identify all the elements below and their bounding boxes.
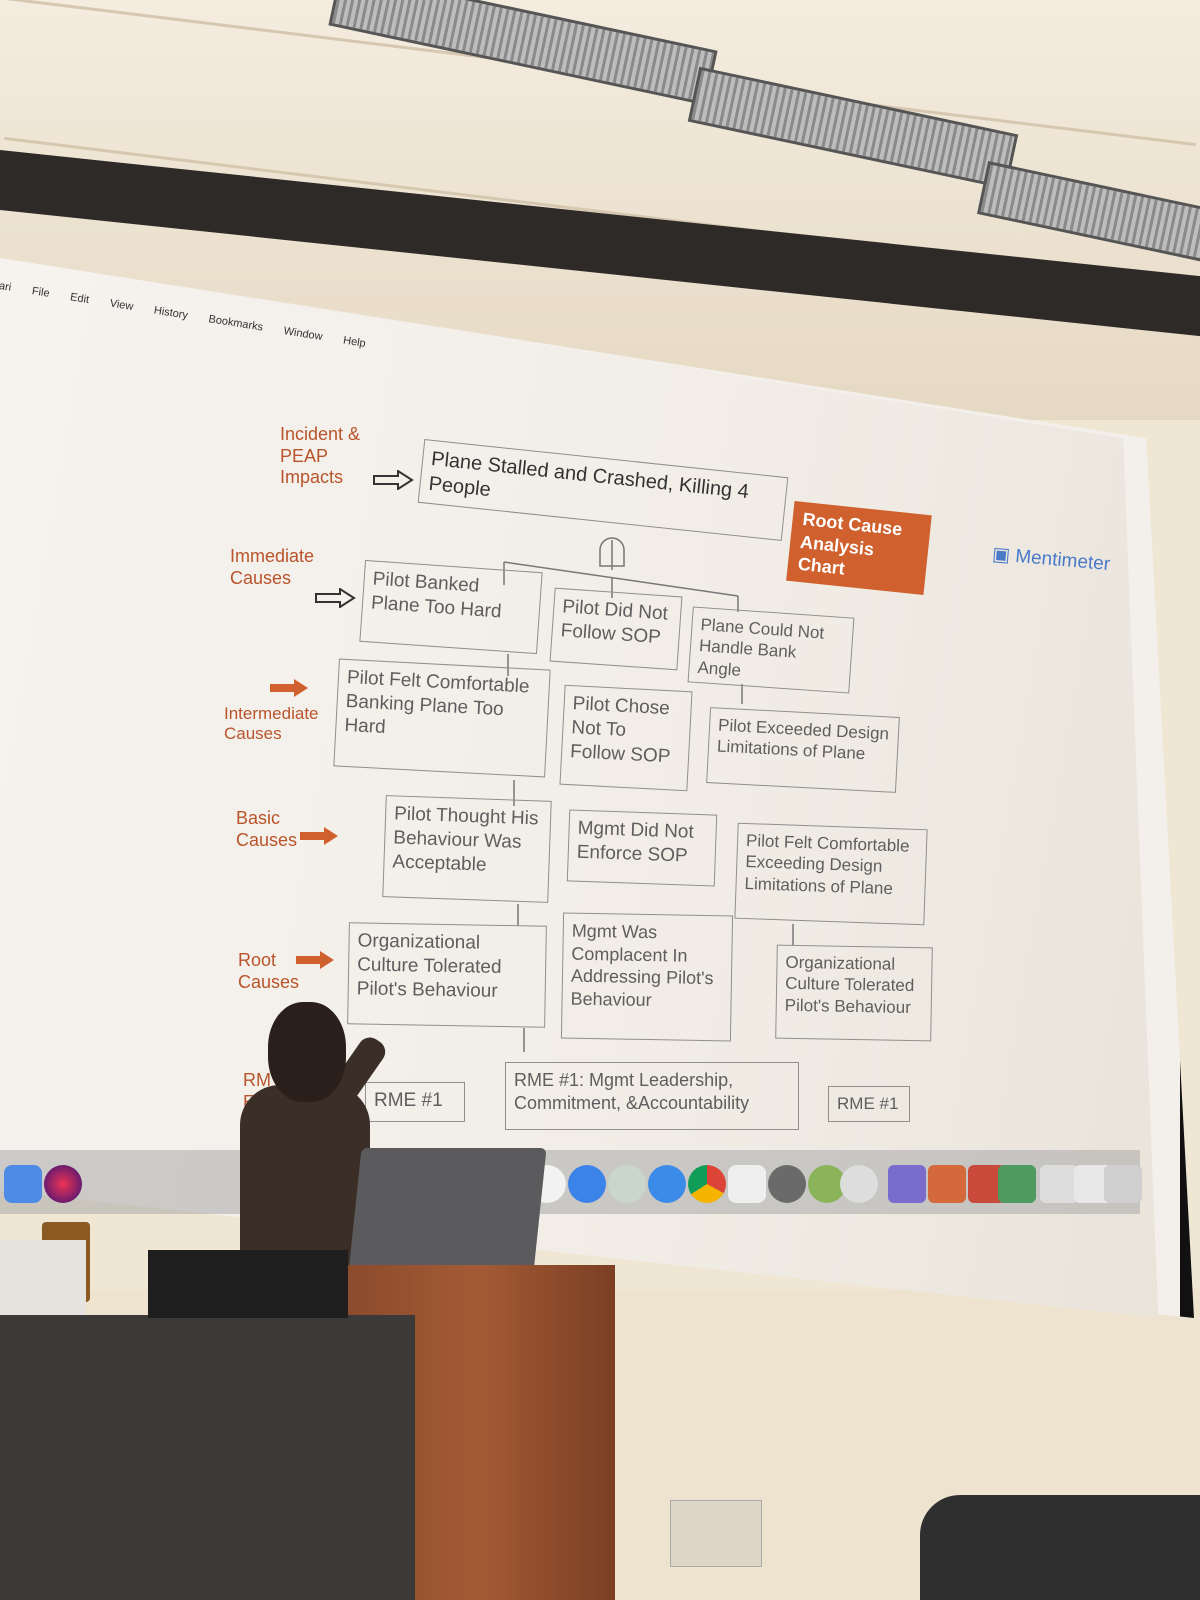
intermediate-cause-box: Pilot Felt Comfortable Banking Plane Too… <box>333 658 551 778</box>
finder-icon[interactable] <box>4 1165 42 1203</box>
root-cause-box: Mgmt Was Complacent In Addressing Pilot'… <box>560 912 734 1042</box>
intermediate-cause-box: Pilot Exceeded Design Limitations of Pla… <box>706 707 900 793</box>
lecture-desk <box>0 1315 415 1600</box>
chrome-icon[interactable] <box>688 1165 726 1203</box>
immediate-cause-box: Pilot Banked Plane Too Hard <box>359 559 543 655</box>
siri-icon[interactable] <box>44 1165 82 1203</box>
presenter-head <box>268 1002 346 1102</box>
laptop <box>348 1148 547 1273</box>
wall-outlet <box>670 1500 762 1567</box>
document-camera <box>0 1240 86 1315</box>
immediate-cause-box: Pilot Did Not Follow SOP <box>549 587 683 671</box>
chair <box>920 1495 1200 1600</box>
rme-box: RME #1 <box>365 1082 465 1122</box>
app-icon[interactable] <box>768 1165 806 1203</box>
root-cause-box: Organizational Culture Tolerated Pilot's… <box>347 922 547 1028</box>
powerpoint-icon[interactable] <box>928 1165 966 1203</box>
intermediate-cause-box: Pilot Chose Not To Follow SOP <box>559 684 693 792</box>
root-cause-box: Organizational Culture Tolerated Pilot's… <box>775 944 933 1042</box>
root-cause-badge: Root Cause Analysis Chart <box>786 501 932 595</box>
immediate-cause-box: Plane Could Not Handle Bank Angle <box>687 606 855 694</box>
calendar-icon[interactable] <box>728 1165 766 1203</box>
basic-cause-box: Mgmt Did Not Enforce SOP <box>566 809 718 887</box>
av-box <box>148 1250 348 1318</box>
app-icon[interactable] <box>840 1165 878 1203</box>
rme-box: RME #1 <box>828 1086 910 1122</box>
excel-icon[interactable] <box>998 1165 1036 1203</box>
folder-icon[interactable] <box>1040 1165 1078 1203</box>
basic-cause-box: Pilot Felt Comfortable Exceeding Design … <box>734 822 928 926</box>
trash-icon[interactable] <box>1104 1165 1142 1203</box>
maps-icon[interactable] <box>608 1165 646 1203</box>
mentimeter-icon: ▣ <box>991 543 1017 567</box>
rme-box: RME #1: Mgmt Leadership, Commitment, &Ac… <box>505 1062 799 1130</box>
app-store-icon[interactable] <box>568 1165 606 1203</box>
safari-icon[interactable] <box>648 1165 686 1203</box>
basic-cause-box: Pilot Thought His Behaviour Was Acceptab… <box>382 795 552 903</box>
word-icon[interactable] <box>888 1165 926 1203</box>
